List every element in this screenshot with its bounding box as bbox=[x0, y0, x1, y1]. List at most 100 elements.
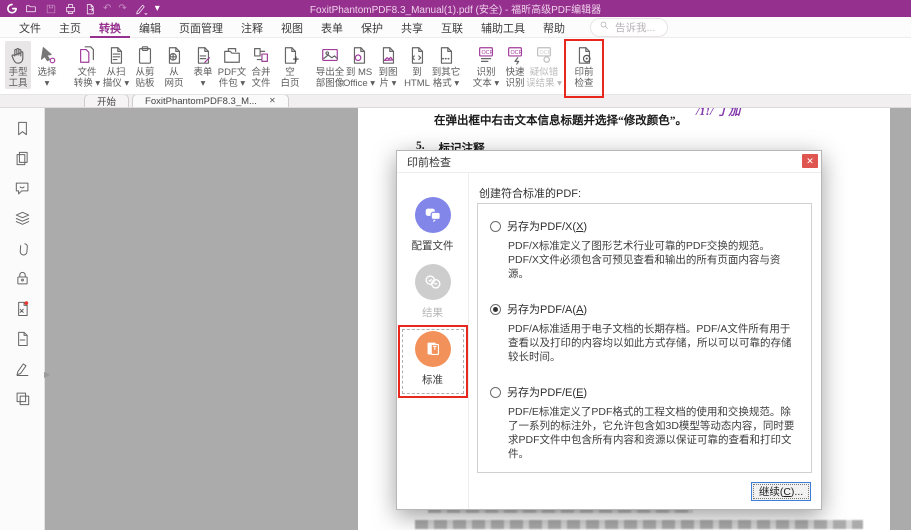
ribbon-button-label: PDF文 bbox=[217, 67, 247, 78]
radio-pdf-e-control[interactable] bbox=[490, 386, 501, 398]
menu-item-8[interactable]: 表单 bbox=[312, 17, 352, 38]
ribbon-to-image-button[interactable]: 到图片 ▾ bbox=[375, 41, 401, 89]
webpage-icon bbox=[164, 43, 184, 67]
profiles-icon bbox=[414, 197, 451, 233]
ribbon-button-label: 片 ▾ bbox=[379, 78, 397, 89]
foxit-logo[interactable] bbox=[6, 2, 18, 15]
ribbon-from-webpage-button[interactable]: 从网页 bbox=[161, 41, 187, 89]
navigation-sidebar bbox=[0, 108, 45, 530]
continue-label-suffix: )... bbox=[790, 486, 804, 498]
ribbon-select-button[interactable]: 选择 ▾ bbox=[34, 41, 60, 89]
sidebar-snapshot-button[interactable] bbox=[0, 386, 45, 416]
menu-item-2[interactable]: 主页 bbox=[50, 17, 90, 38]
ribbon-from-clipboard-button[interactable]: 从剪 贴板 bbox=[132, 41, 158, 89]
radio-pdf-a-description: PDF/A标准适用于电子文档的长期存档。PDF/A文件所有用于查看以及打印的内容… bbox=[508, 323, 792, 363]
ribbon-button-label: HTML bbox=[404, 78, 430, 89]
dialog-title: 印前检查 bbox=[407, 156, 451, 169]
ribbon-pdf-portfolio-button[interactable]: PDF文 件包 ▾ bbox=[217, 41, 247, 89]
sidebar-comments-button[interactable] bbox=[0, 176, 45, 206]
dialog-nav-standards[interactable]: 标准 bbox=[397, 325, 468, 398]
sidebar-layers-button[interactable] bbox=[0, 206, 45, 236]
print-icon[interactable] bbox=[64, 2, 77, 15]
sidebar-signature-alert-button[interactable] bbox=[0, 296, 45, 326]
layers-icon bbox=[14, 210, 31, 232]
tell-me-search[interactable]: 告诉我... bbox=[590, 17, 669, 37]
ribbon-to-ms-office-button[interactable]: 到 MS Office ▾ bbox=[342, 41, 376, 89]
dialog-close-icon[interactable]: ✕ bbox=[802, 154, 818, 168]
sidebar-security-button[interactable] bbox=[0, 266, 45, 296]
ribbon-file-convert-button[interactable]: 文件 转换 ▾ bbox=[74, 41, 100, 89]
option-label-text: ) bbox=[583, 304, 588, 316]
ribbon-toolbar: 手型 工具 选择 ▾ 文件 转换 ▾ 从扫 描仪 ▾ 从剪 贴板从网页 表单 ▾ PDF文 件包 ▾ 合并文… bbox=[0, 38, 911, 98]
option-label-text: ) bbox=[583, 387, 588, 399]
sidebar-pages-button[interactable] bbox=[0, 146, 45, 176]
menu-item-6[interactable]: 注释 bbox=[232, 17, 272, 38]
open-folder-icon[interactable] bbox=[25, 2, 38, 15]
ribbon-button-label: 手型 bbox=[8, 67, 28, 78]
redo-icon-glyph: ↷ bbox=[118, 3, 127, 14]
sidebar-form-fields-button[interactable] bbox=[0, 326, 45, 356]
ribbon-hand-tool-button[interactable]: 手型 工具 bbox=[5, 41, 31, 89]
save-icon[interactable] bbox=[45, 2, 57, 15]
combine-icon bbox=[251, 43, 271, 67]
ribbon-button-label: 文件 bbox=[77, 67, 97, 78]
ribbon-to-other-format-button[interactable]: 到其它 格式 ▾ bbox=[431, 41, 461, 89]
radio-pdf-a-control[interactable] bbox=[490, 303, 501, 315]
ribbon-preflight-button[interactable]: 印前 检查 bbox=[564, 39, 604, 98]
undo-icon[interactable]: ↶ bbox=[103, 2, 111, 15]
ribbon-button-label: Office ▾ bbox=[342, 78, 376, 89]
redo-icon[interactable]: ↷ bbox=[118, 2, 126, 15]
ribbon-button-label: 到其它 bbox=[431, 67, 461, 78]
menu-item-5[interactable]: 页面管理 bbox=[170, 17, 232, 38]
security-icon bbox=[14, 270, 31, 292]
menu-item-3[interactable]: 转换 bbox=[90, 17, 130, 38]
ribbon-ocr-quick-button[interactable]: OCR 快速 识别 bbox=[502, 41, 528, 89]
dialog-nav-label: 标准 bbox=[422, 374, 443, 386]
continue-button[interactable]: 继续(C)... bbox=[751, 482, 811, 501]
menu-item-12[interactable]: 辅助工具 bbox=[472, 17, 534, 38]
ribbon-from-scanner-button[interactable]: 从扫 描仪 ▾ bbox=[103, 41, 129, 89]
option-label-text: 另存为PDF/X( bbox=[507, 221, 577, 233]
sidebar-attachments-button[interactable] bbox=[0, 236, 45, 266]
ribbon-ocr-text-button[interactable]: OCR 识别 文本 ▾ bbox=[473, 41, 499, 89]
preflight-icon bbox=[574, 43, 594, 67]
results-icon bbox=[414, 264, 451, 300]
sidebar-sign-button[interactable] bbox=[0, 356, 45, 386]
portfolio-icon bbox=[222, 43, 242, 67]
menu-item-1[interactable]: 文件 bbox=[10, 17, 50, 38]
ribbon-button-label: 检查 bbox=[574, 78, 594, 89]
ribbon-to-html-button[interactable]: 到 HTML bbox=[404, 41, 430, 89]
ribbon-button-label: 工具 bbox=[8, 78, 28, 89]
ribbon-export-all-images-button[interactable]: 导出全 部图像 bbox=[316, 41, 344, 89]
ocr-icon: OCR bbox=[476, 43, 496, 67]
ribbon-button-label: 贴板 bbox=[135, 78, 155, 89]
ribbon-button-label: 快速 bbox=[505, 67, 525, 78]
ribbon-button-label: 白页 bbox=[280, 78, 300, 89]
radio-pdf-a[interactable]: 另存为PDF/A(A) bbox=[490, 301, 799, 317]
dialog-title-bar[interactable]: 印前检查 ✕ bbox=[397, 151, 821, 173]
blank-page-icon bbox=[280, 43, 300, 67]
tab-close-icon[interactable]: ✕ bbox=[269, 96, 276, 106]
scanner-icon bbox=[106, 43, 126, 67]
radio-pdf-e[interactable]: 另存为PDF/E(E) bbox=[490, 384, 799, 400]
customize-toolbar-icon[interactable]: ▾ bbox=[155, 2, 160, 15]
menu-item-7[interactable]: 视图 bbox=[272, 17, 312, 38]
ribbon-form-button[interactable]: 表单 ▾ bbox=[190, 41, 216, 89]
export-page-icon[interactable] bbox=[84, 2, 96, 15]
menu-item-9[interactable]: 保护 bbox=[352, 17, 392, 38]
radio-pdf-x-control[interactable] bbox=[490, 220, 501, 232]
menu-item-4[interactable]: 编辑 bbox=[130, 17, 170, 38]
pen-dropdown-icon[interactable] bbox=[134, 2, 148, 15]
menu-item-13[interactable]: 帮助 bbox=[534, 17, 574, 38]
dialog-nav-profiles[interactable]: 配置文件 bbox=[401, 197, 465, 260]
ribbon-combine-files-button[interactable]: 合并 文件 bbox=[248, 41, 274, 89]
ribbon-blank-page-button[interactable]: 空白页 bbox=[277, 41, 303, 89]
menu-item-10[interactable]: 共享 bbox=[392, 17, 432, 38]
sidebar-bookmarks-button[interactable] bbox=[0, 116, 45, 146]
document-tab-2[interactable]: FoxitPhantomPDF8.3_M... ✕ bbox=[132, 94, 289, 107]
document-tab-1[interactable]: 开始 bbox=[84, 94, 130, 108]
sidebar-expander-icon[interactable]: ▶ bbox=[44, 370, 50, 379]
ribbon-button-label: 从扫 bbox=[106, 67, 126, 78]
radio-pdf-x[interactable]: 另存为PDF/X(X) bbox=[490, 218, 799, 234]
menu-item-11[interactable]: 互联 bbox=[432, 17, 472, 38]
